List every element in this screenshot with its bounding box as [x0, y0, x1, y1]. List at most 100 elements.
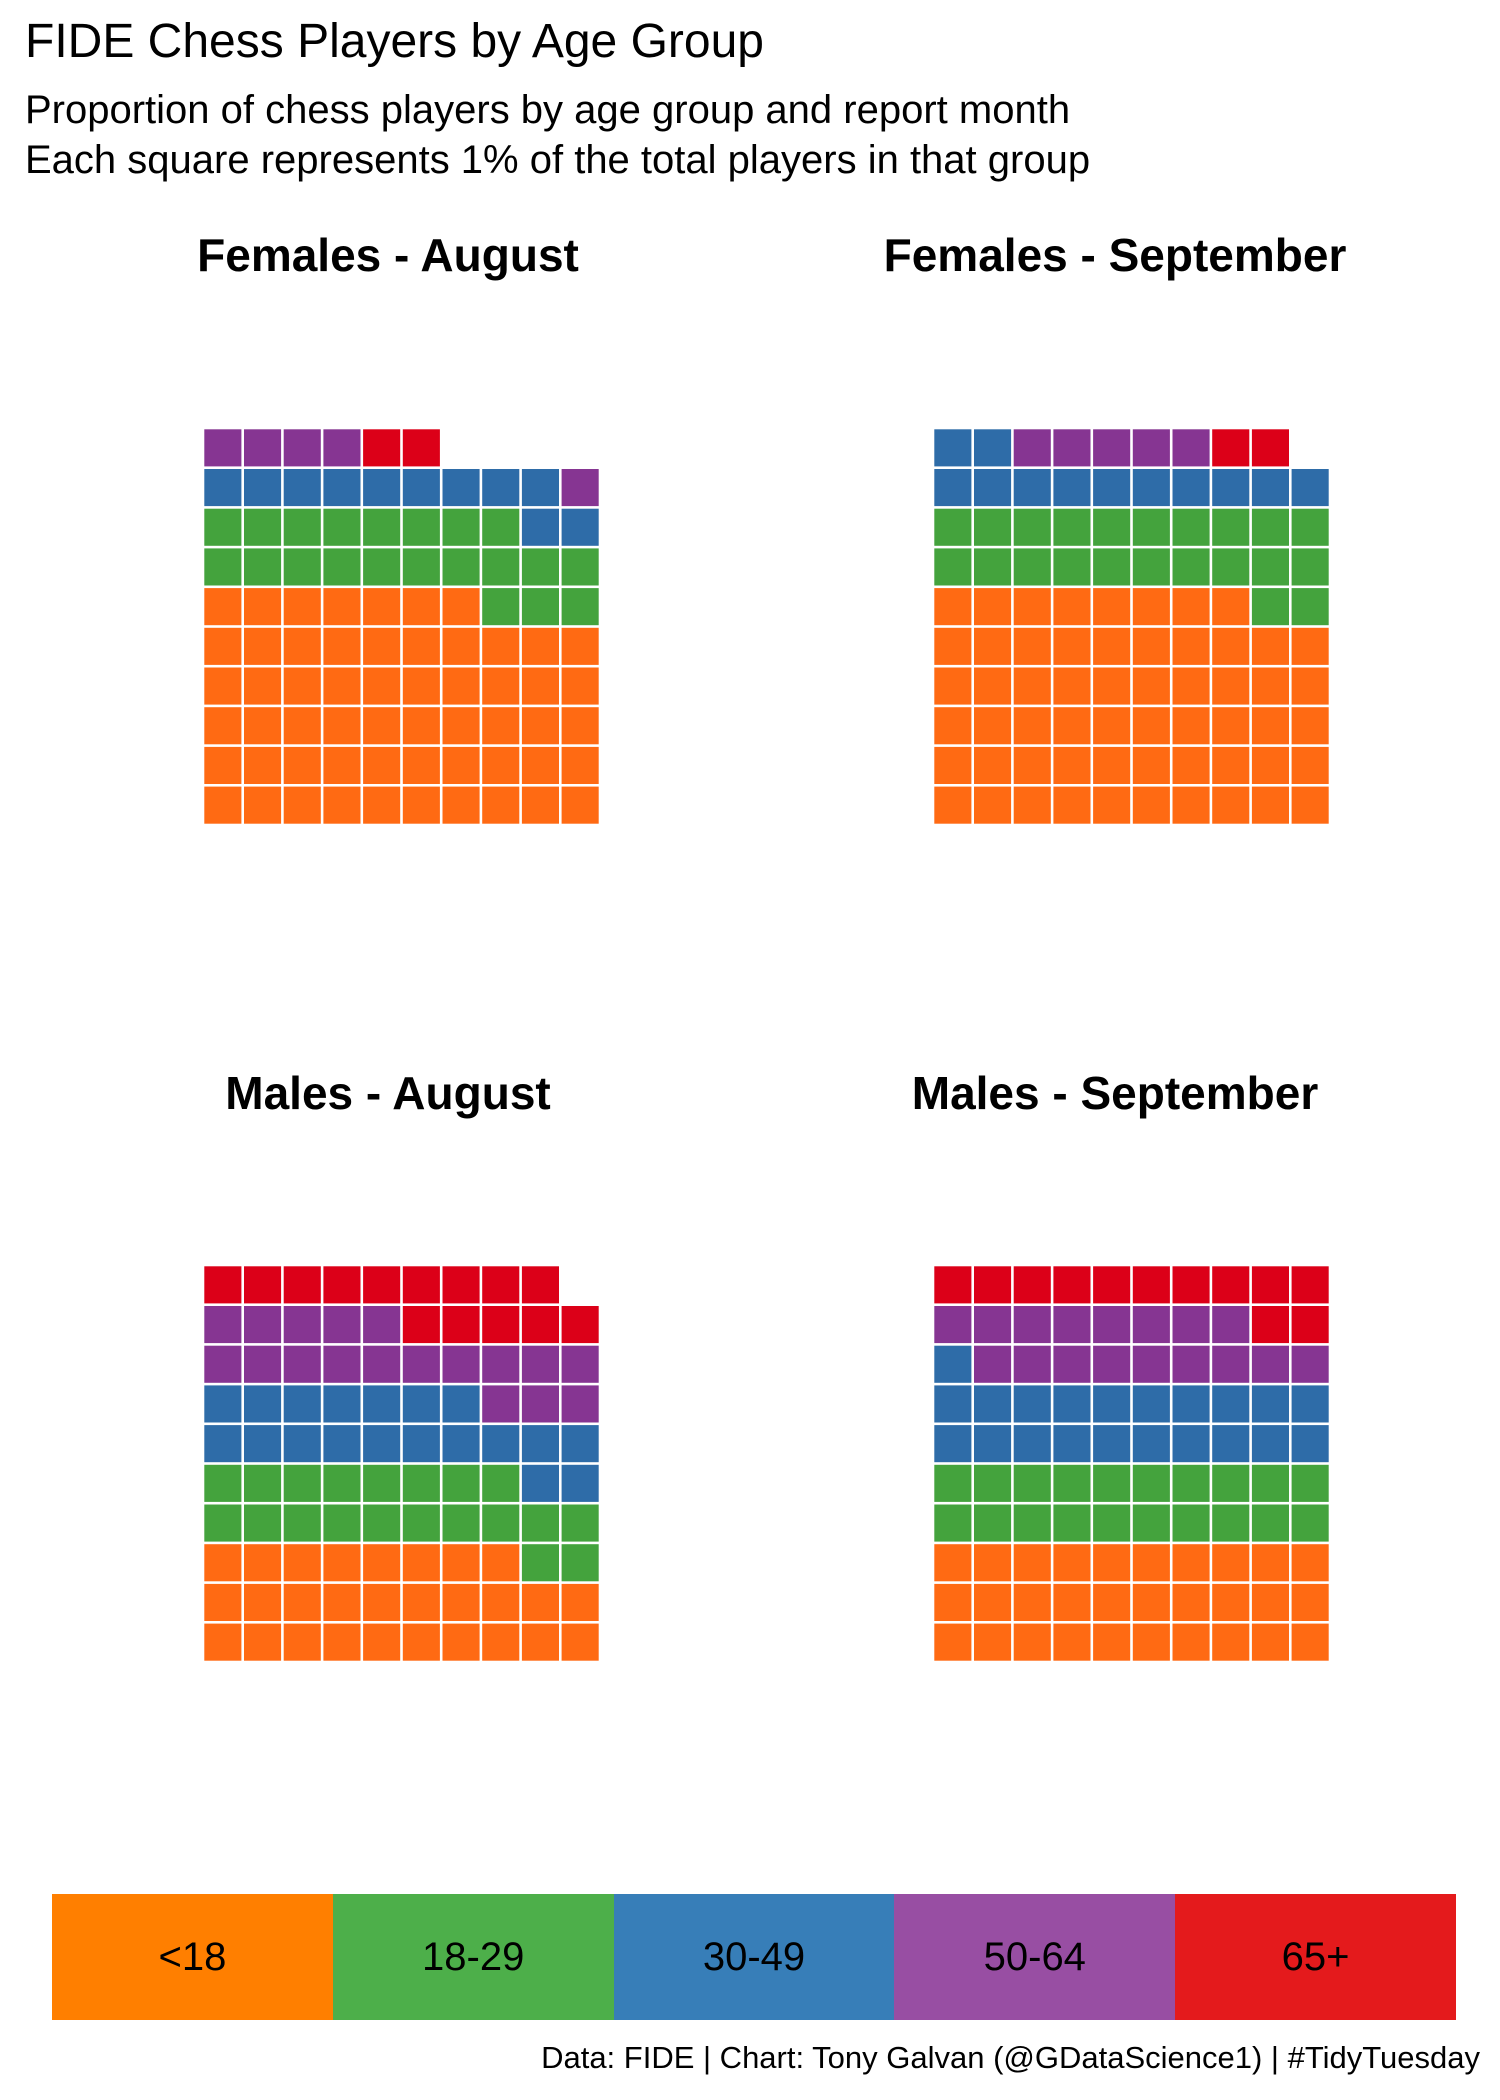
legend-label: 18-29 — [422, 1934, 525, 1979]
waffle-square-under-18 — [521, 707, 559, 745]
waffle-square-under-18 — [1093, 1623, 1131, 1661]
waffle-square-under-18 — [204, 707, 242, 745]
waffle-square-under-18 — [1172, 746, 1210, 784]
waffle-square-18-29 — [482, 1464, 520, 1502]
waffle-square-30-49 — [363, 469, 401, 507]
waffle-square-65-plus — [1251, 429, 1289, 467]
waffle-square-30-49 — [1172, 1425, 1210, 1463]
waffle-square-under-18 — [1291, 1623, 1329, 1661]
waffle-square-50-64 — [204, 1345, 242, 1383]
waffle-square-under-18 — [204, 1623, 242, 1661]
waffle-square-30-49 — [1212, 1425, 1250, 1463]
waffle-square-50-64 — [521, 1345, 559, 1383]
waffle-square-under-18 — [561, 1583, 599, 1621]
waffle-square-under-18 — [934, 667, 972, 705]
legend: <18 18-29 30-49 50-64 65+ — [52, 1894, 1456, 2020]
waffle-square-18-29 — [934, 1504, 972, 1542]
waffle-square-50-64 — [1093, 1345, 1131, 1383]
waffle-square-under-18 — [561, 707, 599, 745]
waffle-square-50-64 — [1172, 1306, 1210, 1344]
waffle-square-under-18 — [1212, 1583, 1250, 1621]
waffle-square-50-64 — [1132, 1345, 1170, 1383]
waffle-square-18-29 — [1172, 1504, 1210, 1542]
waffle-square-under-18 — [482, 746, 520, 784]
waffle-square-under-18 — [1053, 667, 1091, 705]
waffle-square-under-18 — [1291, 667, 1329, 705]
waffle-square-under-18 — [974, 1544, 1012, 1582]
waffle-square-under-18 — [1251, 786, 1289, 824]
waffle-square-under-18 — [244, 786, 282, 824]
waffle-square-50-64 — [561, 1385, 599, 1423]
waffle-square-18-29 — [402, 1464, 440, 1502]
waffle-square-under-18 — [283, 627, 321, 665]
waffle-square-50-64 — [934, 1306, 972, 1344]
waffle-square-under-18 — [1093, 667, 1131, 705]
waffle-square-50-64 — [363, 1306, 401, 1344]
waffle-square-under-18 — [442, 746, 480, 784]
waffle-square-under-18 — [1251, 627, 1289, 665]
waffle-square-under-18 — [561, 746, 599, 784]
waffle-square-30-49 — [1212, 1385, 1250, 1423]
waffle-square-18-29 — [363, 1504, 401, 1542]
waffle-square-65-plus — [323, 1266, 361, 1304]
waffle-square-30-49 — [1053, 1425, 1091, 1463]
waffle-square-under-18 — [1212, 786, 1250, 824]
waffle-square-18-29 — [1251, 1504, 1289, 1542]
waffle-square-under-18 — [244, 707, 282, 745]
waffle-square-18-29 — [1132, 508, 1170, 546]
waffle-square-under-18 — [244, 667, 282, 705]
waffle-square-30-49 — [1291, 1425, 1329, 1463]
waffle-square-18-29 — [1013, 1504, 1051, 1542]
waffle-square-30-49 — [974, 1425, 1012, 1463]
waffle-square-under-18 — [402, 667, 440, 705]
waffle-square-50-64 — [323, 429, 361, 467]
waffle-square-under-18 — [934, 588, 972, 626]
legend-label: 50-64 — [983, 1934, 1086, 1979]
waffle-square-65-plus — [244, 1266, 282, 1304]
waffle-square-under-18 — [521, 627, 559, 665]
waffle-square-50-64 — [561, 1345, 599, 1383]
waffle-square-under-18 — [204, 667, 242, 705]
waffle-square-50-64 — [204, 1306, 242, 1344]
waffle-square-18-29 — [204, 508, 242, 546]
waffle-square-18-29 — [442, 548, 480, 586]
waffle-square-50-64 — [1013, 429, 1051, 467]
waffle-square-under-18 — [521, 667, 559, 705]
waffle-square-under-18 — [974, 786, 1012, 824]
waffle-square-under-18 — [402, 707, 440, 745]
waffle-square-under-18 — [402, 588, 440, 626]
waffle-square-30-49 — [1172, 1385, 1210, 1423]
waffle-square-18-29 — [561, 548, 599, 586]
waffle-square-50-64 — [244, 429, 282, 467]
waffle-square-50-64 — [1053, 1306, 1091, 1344]
waffle-square-under-18 — [442, 627, 480, 665]
waffle-square-18-29 — [402, 1504, 440, 1542]
waffle-square-18-29 — [323, 1464, 361, 1502]
waffle-square-18-29 — [1172, 508, 1210, 546]
waffle-square-50-64 — [1172, 429, 1210, 467]
waffle-square-18-29 — [482, 548, 520, 586]
legend-key-65-plus: 65+ — [1175, 1894, 1456, 2020]
waffle-square-under-18 — [244, 1583, 282, 1621]
waffle-square-50-64 — [482, 1345, 520, 1383]
waffle-square-30-49 — [1132, 1425, 1170, 1463]
waffle-square-under-18 — [974, 1623, 1012, 1661]
waffle-square-under-18 — [521, 1583, 559, 1621]
waffle-square-under-18 — [363, 1583, 401, 1621]
waffle-square-under-18 — [323, 1583, 361, 1621]
legend-label: <18 — [158, 1934, 227, 1979]
waffle-square-under-18 — [1132, 588, 1170, 626]
waffle-square-under-18 — [442, 707, 480, 745]
waffle-males-august — [204, 1266, 599, 1661]
waffle-square-18-29 — [204, 548, 242, 586]
waffle-square-under-18 — [974, 707, 1012, 745]
waffle-square-50-64 — [1093, 429, 1131, 467]
waffle-square-65-plus — [402, 429, 440, 467]
waffle-square-under-18 — [402, 1583, 440, 1621]
waffle-square-under-18 — [1132, 707, 1170, 745]
waffle-square-65-plus — [442, 1306, 480, 1344]
waffle-square-30-49 — [521, 1425, 559, 1463]
waffle-square-under-18 — [1172, 1583, 1210, 1621]
panel-title-males-september: Males - September — [911, 1067, 1319, 1119]
waffle-square-under-18 — [323, 786, 361, 824]
